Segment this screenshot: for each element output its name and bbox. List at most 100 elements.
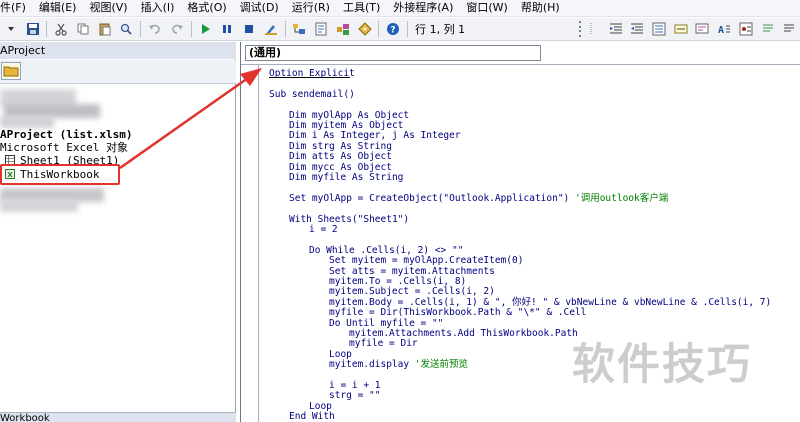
menu-window[interactable]: 窗口(W) <box>460 0 514 16</box>
code-text: With Sheets("Sheet1") <box>289 213 410 225</box>
menu-debug[interactable]: 调试(D) <box>234 0 286 16</box>
toolbar-separator <box>46 21 48 37</box>
code-line: i = 2 <box>309 224 338 235</box>
code-text: Dim atts As Object <box>289 151 392 163</box>
properties-icon[interactable] <box>312 20 330 38</box>
menu-help[interactable]: 帮助(H) <box>515 0 567 16</box>
cut-icon[interactable] <box>52 20 70 38</box>
menu-view[interactable]: 视图(V) <box>83 0 134 16</box>
complete-word-icon[interactable]: A <box>715 20 733 38</box>
code-text: myfile = Dir(ThisWorkbook.Path & "\*" & … <box>329 307 587 319</box>
code-line: With Sheets("Sheet1") <box>289 214 409 225</box>
redo-icon[interactable] <box>168 20 186 38</box>
tree-node-excel-objects[interactable]: Microsoft Excel 对象 <box>0 141 128 154</box>
toolbox-icon[interactable] <box>356 20 374 38</box>
toolbar-grip-icon[interactable] <box>577 20 583 38</box>
code-comment: '发送前预览 <box>414 359 469 371</box>
code-line: myitem.Attachments.Add ThisWorkbook.Path <box>349 328 578 339</box>
menu-run[interactable]: 运行(R) <box>286 0 337 16</box>
code-line: myitem.To = .Cells(i, 8) <box>329 276 466 287</box>
code-line: myitem.display '发送前预览 <box>329 359 468 370</box>
code-text: myitem.Attachments.Add ThisWorkbook.Path <box>349 328 578 339</box>
code-text: myfile = Dir <box>349 338 418 350</box>
code-text: myitem.To = .Cells(i, 8) <box>329 276 467 287</box>
blurred-region <box>0 116 54 128</box>
parameter-info-icon[interactable] <box>694 20 712 38</box>
pause-icon[interactable] <box>218 20 236 38</box>
outdent-icon[interactable] <box>628 20 646 38</box>
undo-icon[interactable] <box>146 20 164 38</box>
code-text: Do While .Cells(i, 2) <> "" <box>309 244 464 256</box>
code-text: myitem.Body = .Cells(i, 1) & ", 你好! " & … <box>329 296 772 308</box>
code-gutter <box>258 65 259 422</box>
dropdown-icon[interactable] <box>2 20 20 38</box>
menu-insert[interactable]: 插入(I) <box>135 0 182 16</box>
uncomment-block-icon[interactable] <box>780 20 798 38</box>
menu-addins[interactable]: 外接程序(A) <box>387 0 460 16</box>
menu-tools[interactable]: 工具(T) <box>337 0 387 16</box>
code-line: Do While .Cells(i, 2) <> "" <box>309 245 463 256</box>
code-line: myfile = Dir(ThisWorkbook.Path & "\*" & … <box>329 307 586 318</box>
code-line: Dim myitem As Object <box>289 120 403 131</box>
code-text: Dim mycc As Object <box>289 161 392 173</box>
menu-bar: 件(F) 编辑(E) 视图(V) 插入(I) 格式(O) 调试(D) 运行(R) 工具(T) 外… <box>0 0 800 17</box>
code-text: End With <box>289 411 335 422</box>
cursor-position-label: 行 1, 列 1 <box>415 23 466 36</box>
project-pane-title: AProject <box>0 42 236 59</box>
standard-toolbar: ? 行 1, 列 1 A <box>0 18 800 41</box>
menu-format[interactable]: 格式(O) <box>181 0 233 16</box>
find-icon[interactable] <box>118 20 136 38</box>
code-line: myitem.Body = .Cells(i, 1) & ", 你好! " & … <box>329 297 771 308</box>
code-line: Dim myOlApp As Object <box>289 110 409 121</box>
code-text: i = 2 <box>309 224 338 235</box>
save-icon[interactable] <box>24 20 42 38</box>
project-pane-toolbar <box>0 60 236 84</box>
code-text: i = i + 1 <box>329 380 381 391</box>
code-line: Set atts = myitem.Attachments <box>329 266 495 277</box>
copy-icon[interactable] <box>74 20 92 38</box>
code-line: Dim atts As Object <box>289 151 392 162</box>
menu-edit[interactable]: 编辑(E) <box>33 0 84 16</box>
toolbar-separator <box>284 21 286 37</box>
toolbar-separator <box>140 21 142 37</box>
watermark-text: 软件技巧 <box>572 340 752 390</box>
toolbar-separator <box>378 21 380 37</box>
code-text: Do Until myfile = "" <box>329 317 444 329</box>
help-icon[interactable]: ? <box>384 20 402 38</box>
code-line: i = i + 1 <box>329 380 380 391</box>
project-explorer-icon[interactable] <box>291 20 309 38</box>
tree-node-project[interactable]: AProject (list.xlsm) <box>0 128 132 141</box>
code-line: myitem.Subject = .Cells(i, 2) <box>329 286 495 297</box>
toggle-folders-icon[interactable] <box>1 62 21 80</box>
toggle-breakpoint-icon[interactable] <box>737 20 755 38</box>
code-line: myfile = Dir <box>349 338 418 349</box>
code-line: Loop <box>309 401 332 412</box>
code-line: Set myOlApp = CreateObject("Outlook.Appl… <box>289 193 668 204</box>
code-text: Set myitem = myOlApp.CreateItem(0) <box>329 255 524 267</box>
code-text: strg = "" <box>329 390 381 402</box>
run-icon[interactable] <box>197 20 215 38</box>
stop-icon[interactable] <box>240 20 258 38</box>
menu-file[interactable]: 件(F) <box>0 0 33 16</box>
project-explorer-pane: AProject AProject (list.xlsm) Microsoft … <box>0 42 236 422</box>
code-text: myitem.Subject = .Cells(i, 2) <box>329 286 495 298</box>
object-browser-icon[interactable] <box>334 20 352 38</box>
comment-block-icon[interactable] <box>759 20 777 38</box>
toolbar-handle-icon[interactable] <box>585 20 603 38</box>
code-line: Dim i As Integer, j As Integer <box>289 130 461 141</box>
paste-icon[interactable] <box>96 20 114 38</box>
annotation-highlight-box <box>0 164 120 185</box>
code-text: Dim i As Integer, j As Integer <box>289 130 461 142</box>
design-mode-icon[interactable] <box>262 20 280 38</box>
toolbar-separator <box>190 21 192 37</box>
properties-window-title: Workbook <box>0 412 236 422</box>
object-combo[interactable]: (通用) <box>245 45 541 61</box>
code-line: Sub sendemail() <box>269 89 355 100</box>
quick-info-icon[interactable] <box>672 20 690 38</box>
list-members-icon[interactable] <box>650 20 668 38</box>
indent-icon[interactable] <box>607 20 625 38</box>
svg-text:A: A <box>718 25 724 36</box>
code-text: Sub sendemail() <box>269 88 355 100</box>
code-line: Dim strg As String <box>289 141 392 152</box>
code-line: Dim myfile As String <box>289 172 403 183</box>
